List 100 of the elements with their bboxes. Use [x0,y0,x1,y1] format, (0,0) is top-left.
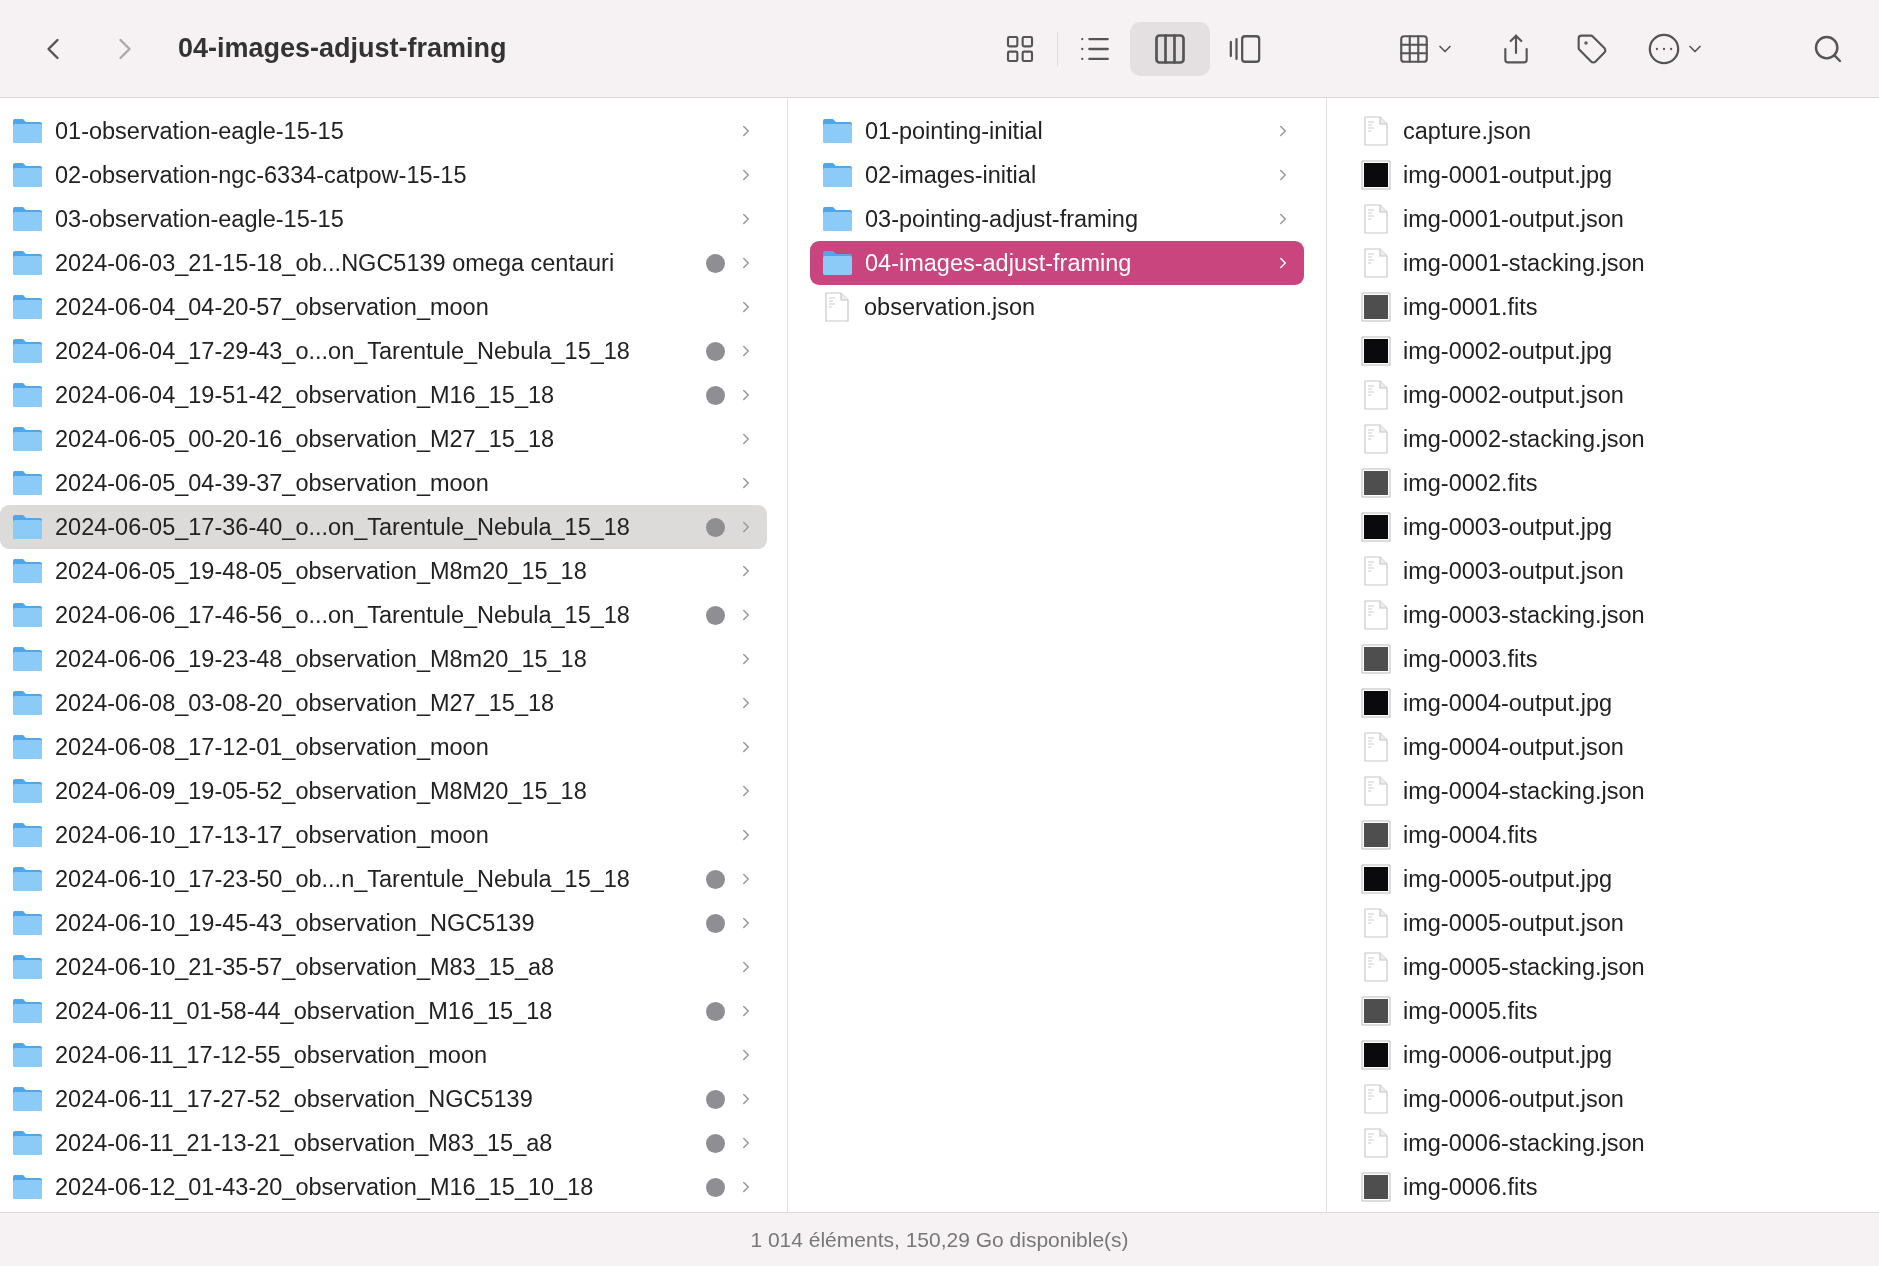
folder-row[interactable]: 2024-06-11_17-12-55_observation_moon [0,1033,767,1077]
file-row[interactable]: img-0002.fits [1361,461,1879,505]
folder-name: 2024-06-04_19-51-42_observation_M16_15_18 [55,381,556,409]
file-row[interactable]: img-0006.fits [1361,1165,1879,1209]
file-row[interactable]: img-0002-stacking.json [1361,417,1879,461]
file-row[interactable]: img-0003.fits [1361,637,1879,681]
folder-row[interactable]: 2024-06-04_19-51-42_observation_M16_15_18 [0,373,767,417]
folder-row[interactable]: 2024-06-11_21-13-21_observation_M83_15_a8 [0,1121,767,1165]
folder-name: 2024-06-11_17-12-55_observation_moon [55,1041,489,1069]
file-row[interactable]: img-0001-stacking.json [1361,241,1879,285]
file-row[interactable]: 02-images-initial [810,153,1304,197]
folder-row[interactable]: 2024-06-10_19-45-43_observation_NGC5139 [0,901,767,945]
file-name: img-0004-output.json [1403,733,1625,761]
folder-name: 2024-06-10_17-23-50_ob...n_Tarentule_Nebula_15_18 [55,865,631,893]
folder-row[interactable]: 2024-06-05_17-36-40_o...on_Tarentule_Nebula_15_18 [0,505,767,549]
file-row[interactable]: img-0002-output.json [1361,373,1879,417]
file-name: img-0002-output.jpg [1403,337,1614,365]
file-row[interactable]: img-0005-output.jpg [1361,857,1879,901]
file-row[interactable]: 04-images-adjust-framing [810,241,1304,285]
file-row[interactable]: img-0005-output.json [1361,901,1879,945]
file-row[interactable]: img-0004-output.jpg [1361,681,1879,725]
folder-row[interactable]: 2024-06-03_21-15-18_ob...NGC5139 omega centauri [0,241,767,285]
folder-row[interactable]: 2024-06-10_17-23-50_ob...n_Tarentule_Nebula_15_18 [0,857,767,901]
file-name: img-0005-output.json [1403,909,1625,937]
folder-icon [12,1130,43,1156]
file-name: img-0002-stacking.json [1403,425,1646,453]
file-row[interactable]: observation.json [810,285,1304,329]
file-row[interactable]: img-0002-output.jpg [1361,329,1879,373]
folder-row[interactable]: 03-observation-eagle-15-15 [0,197,767,241]
file-name: 02-images-initial [865,161,1038,189]
file-name: img-0004.fits [1403,821,1539,849]
folder-row[interactable]: 2024-06-11_01-58-44_observation_M16_15_18 [0,989,767,1033]
ellipsis-icon [1647,31,1681,66]
file-row[interactable]: 03-pointing-adjust-framing [810,197,1304,241]
folder-name: 2024-06-04_17-29-43_o...on_Tarentule_Nebula_15_18 [55,337,631,365]
folder-icon [12,338,43,364]
image-thumbnail-icon [1361,1172,1391,1202]
document-icon [1364,908,1388,938]
folder-row[interactable]: 2024-06-05_04-39-37_observation_moon [0,461,767,505]
status-bar: 1 014 éléments, 150,29 Go disponible(s) [0,1212,1879,1266]
file-row[interactable]: img-0004-output.json [1361,725,1879,769]
folder-row[interactable]: 2024-06-12_01-43-20_observation_M16_15_10_18 [0,1165,767,1209]
file-name: img-0003-output.jpg [1403,513,1614,541]
file-name: img-0004-stacking.json [1403,777,1646,805]
folder-row[interactable]: 01-observation-eagle-15-15 [0,109,767,153]
folder-row[interactable]: 2024-06-10_17-13-17_observation_moon [0,813,767,857]
image-thumbnail-icon [1361,468,1391,498]
folder-name: 2024-06-08_03-08-20_observation_M27_15_18 [55,689,556,717]
image-thumbnail-icon [1361,688,1391,718]
folder-name: 2024-06-04_04-20-57_observation_moon [55,293,490,321]
folder-icon [822,206,853,232]
file-row[interactable]: img-0001.fits [1361,285,1879,329]
folder-icon [12,734,43,760]
folder-row[interactable]: 02-observation-ngc-6334-catpow-15-15 [0,153,767,197]
file-name: img-0002-output.json [1403,381,1625,409]
image-thumbnail-icon [1361,292,1391,322]
folder-name: 2024-06-06_17-46-56_o...on_Tarentule_Nebula_15_18 [55,601,631,629]
file-name: img-0002.fits [1403,469,1539,497]
folder-row[interactable]: 2024-06-04_04-20-57_observation_moon [0,285,767,329]
file-name: img-0003.fits [1403,645,1539,673]
folder-row[interactable]: 2024-06-08_17-12-01_observation_moon [0,725,767,769]
file-row[interactable]: img-0006-output.jpg [1361,1033,1879,1077]
document-icon [825,292,849,322]
folder-icon [12,910,43,936]
file-name: img-0001-output.json [1403,205,1625,233]
image-thumbnail-icon [1361,996,1391,1026]
file-name: img-0005.fits [1403,997,1539,1025]
file-row[interactable]: img-0005.fits [1361,989,1879,1033]
view-mode-button[interactable] [1130,21,1210,76]
folder-row[interactable]: 2024-06-06_17-46-56_o...on_Tarentule_Nebula_15_18 [0,593,767,637]
document-icon [1364,248,1388,278]
file-row[interactable]: img-0005-stacking.json [1361,945,1879,989]
file-row[interactable]: img-0006-stacking.json [1361,1121,1879,1165]
folder-icon [12,998,43,1024]
document-icon [1364,732,1388,762]
folder-row[interactable]: 2024-06-10_21-35-57_observation_M83_15_a8 [0,945,767,989]
file-row[interactable]: img-0004.fits [1361,813,1879,857]
folder-row[interactable]: 2024-06-04_17-29-43_o...on_Tarentule_Nebula_15_18 [0,329,767,373]
folder-name: 2024-06-05_19-48-05_observation_M8m20_15_18 [55,557,588,585]
folder-row[interactable]: 2024-06-11_17-27-52_observation_NGC5139 [0,1077,767,1121]
file-row[interactable]: img-0001-output.json [1361,197,1879,241]
file-row[interactable]: img-0003-output.json [1361,549,1879,593]
folder-icon [822,162,853,188]
folder-row[interactable]: 2024-06-09_19-05-52_observation_M8M20_15_18 [0,769,767,813]
file-row[interactable]: img-0003-output.jpg [1361,505,1879,549]
folder-name: 2024-06-05_04-39-37_observation_moon [55,469,490,497]
file-row[interactable]: capture.json [1361,109,1879,153]
folder-row[interactable]: 2024-06-05_19-48-05_observation_M8m20_15_18 [0,549,767,593]
file-row[interactable]: img-0001-output.jpg [1361,153,1879,197]
file-row[interactable]: img-0003-stacking.json [1361,593,1879,637]
folder-icon [12,1174,43,1200]
folder-row[interactable]: 2024-06-05_00-20-16_observation_M27_15_18 [0,417,767,461]
folder-row[interactable]: 2024-06-08_03-08-20_observation_M27_15_18 [0,681,767,725]
file-row[interactable]: img-0006-output.json [1361,1077,1879,1121]
folder-name: 2024-06-11_01-58-44_observation_M16_15_18 [55,997,554,1025]
folder-row[interactable]: 2024-06-06_19-23-48_observation_M8m20_15_18 [0,637,767,681]
folder-icon [12,294,43,320]
file-row[interactable]: img-0004-stacking.json [1361,769,1879,813]
folder-name: 01-observation-eagle-15-15 [55,117,345,145]
file-row[interactable]: 01-pointing-initial [810,109,1304,153]
